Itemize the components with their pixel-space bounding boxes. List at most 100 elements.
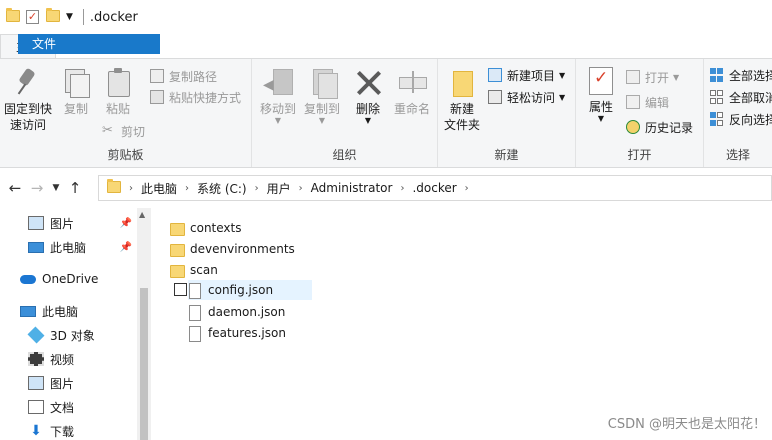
new-folder-quick-icon[interactable] bbox=[46, 8, 60, 24]
breadcrumb-this-pc[interactable]: 此电脑 bbox=[141, 180, 177, 197]
new-item-chevron-icon: ▼ bbox=[559, 70, 566, 80]
copy-to-icon bbox=[307, 67, 338, 99]
invert-selection-button[interactable]: 反向选择 bbox=[710, 109, 772, 129]
move-to-icon bbox=[263, 67, 293, 97]
new-folder-label-1: 新建 bbox=[449, 102, 474, 116]
easy-access-button[interactable]: 轻松访问 ▼ bbox=[488, 87, 565, 107]
properties-button[interactable]: 属性 ▼ bbox=[584, 67, 618, 123]
json-file-icon bbox=[188, 326, 202, 342]
nav-item-documents[interactable]: 文档 bbox=[28, 396, 136, 418]
breadcrumb-separator-icon[interactable]: › bbox=[465, 183, 469, 194]
cut-label: 剪切 bbox=[121, 124, 146, 139]
breadcrumb-separator-icon[interactable]: › bbox=[255, 183, 259, 194]
nav-item-this-pc[interactable]: 此电脑 bbox=[20, 300, 136, 322]
cut-button[interactable]: ✂ 剪切 bbox=[102, 121, 145, 141]
list-item[interactable]: features.json bbox=[188, 323, 330, 343]
breadcrumb-separator-icon[interactable]: › bbox=[299, 183, 303, 194]
scroll-up-icon[interactable]: ▲ bbox=[139, 210, 145, 219]
up-arrow-icon[interactable]: ↑ bbox=[64, 179, 86, 197]
nav-item-downloads[interactable]: ⬇ 下载 bbox=[28, 420, 136, 440]
breadcrumb-separator-icon[interactable]: › bbox=[400, 183, 404, 194]
file-name: devenvironments bbox=[190, 242, 295, 256]
delete-button[interactable]: 删除 ▼ bbox=[350, 67, 386, 125]
organize-group: 移动到 ▼ 复制到 ▼ 删除 ▼ 重命名 组织 bbox=[252, 59, 438, 167]
nav-item-onedrive[interactable]: OneDrive bbox=[20, 268, 136, 290]
list-item[interactable]: config.json bbox=[174, 280, 312, 300]
nav-item-label: 图片 bbox=[50, 216, 75, 231]
history-icon bbox=[626, 120, 640, 134]
edit-button[interactable]: 编辑 bbox=[626, 92, 669, 112]
file-name: contexts bbox=[190, 221, 242, 235]
rename-button[interactable]: 重命名 bbox=[390, 67, 434, 117]
nav-scrollbar[interactable]: ▲ bbox=[137, 208, 151, 440]
list-item[interactable]: daemon.json bbox=[188, 302, 330, 322]
invert-selection-label: 反向选择 bbox=[729, 112, 772, 127]
nav-item-pictures[interactable]: 图片 bbox=[28, 372, 136, 394]
new-folder-button[interactable]: 新建 文件夹 bbox=[442, 67, 482, 133]
history-button[interactable]: 历史记录 bbox=[626, 117, 693, 137]
list-item[interactable]: scan bbox=[170, 260, 312, 280]
paste-shortcut-icon bbox=[150, 90, 164, 104]
move-to-button[interactable]: 移动到 ▼ bbox=[256, 67, 300, 125]
window-title: .docker bbox=[89, 9, 138, 25]
easy-access-icon bbox=[488, 90, 502, 104]
new-item-button[interactable]: 新建项目 ▼ bbox=[488, 65, 565, 85]
nav-item-label: OneDrive bbox=[42, 272, 99, 286]
move-to-label: 移动到 bbox=[259, 102, 296, 116]
move-to-chevron-icon: ▼ bbox=[274, 116, 282, 125]
breadcrumb-docker[interactable]: .docker bbox=[412, 181, 456, 195]
pin-to-quick-access-button[interactable]: 固定到快 速访问 bbox=[2, 67, 54, 133]
easy-access-chevron-icon: ▼ bbox=[559, 92, 566, 102]
list-item[interactable]: contexts bbox=[170, 218, 312, 238]
paste-icon bbox=[103, 67, 133, 97]
nav-item-label: 3D 对象 bbox=[50, 328, 95, 343]
open-button[interactable]: 打开 ▼ bbox=[626, 67, 679, 87]
nav-item-this-pc-pinned[interactable]: 此电脑 📌 bbox=[28, 236, 136, 258]
nav-item-3d-objects[interactable]: 3D 对象 bbox=[27, 324, 136, 346]
forward-arrow-icon[interactable]: → bbox=[26, 179, 48, 197]
breadcrumb-system-c[interactable]: 系统 (C:) bbox=[197, 180, 247, 197]
copy-to-button[interactable]: 复制到 ▼ bbox=[300, 67, 344, 125]
folder-icon bbox=[170, 242, 185, 257]
rename-label: 重命名 bbox=[393, 102, 430, 116]
breadcrumb-separator-icon[interactable]: › bbox=[129, 183, 133, 194]
quick-access-dropdown-icon[interactable]: ▼ bbox=[66, 12, 73, 22]
select-group-label: 选择 bbox=[725, 148, 750, 162]
copy-path-label: 复制路径 bbox=[169, 69, 218, 84]
properties-check-icon[interactable]: ✓ bbox=[26, 10, 40, 24]
open-group: 属性 ▼ 打开 ▼ 编辑 历史记录 打开 bbox=[576, 59, 704, 167]
ribbon: 固定到快 速访问 复制 粘贴 复制路径 粘贴快捷方式 ✂ 剪切 剪贴板 移动到 bbox=[0, 58, 772, 168]
new-group: 新建 文件夹 新建项目 ▼ 轻松访问 ▼ 新建 bbox=[438, 59, 576, 167]
open-icon bbox=[626, 70, 640, 84]
nav-item-videos[interactable]: 视频 bbox=[28, 348, 136, 370]
copy-button[interactable]: 复制 bbox=[58, 67, 94, 117]
nav-item-pictures-pinned[interactable]: 图片 📌 bbox=[28, 212, 136, 234]
video-icon bbox=[28, 352, 44, 366]
nav-item-label: 下载 bbox=[50, 424, 75, 439]
list-item[interactable]: devenvironments bbox=[170, 239, 312, 259]
back-arrow-icon[interactable]: ← bbox=[4, 179, 26, 197]
folder-icon bbox=[170, 221, 185, 236]
recent-locations-chevron-icon[interactable]: ▼ bbox=[48, 183, 64, 193]
select-all-button[interactable]: 全部选择 bbox=[710, 65, 772, 85]
3d-objects-icon bbox=[27, 326, 45, 344]
breadcrumb-administrator[interactable]: Administrator bbox=[311, 181, 393, 195]
pin-label-2: 速访问 bbox=[9, 118, 46, 132]
nav-item-label: 图片 bbox=[50, 376, 75, 391]
breadcrumb-users[interactable]: 用户 bbox=[267, 180, 291, 197]
item-checkbox[interactable] bbox=[174, 283, 187, 296]
breadcrumb-separator-icon[interactable]: › bbox=[185, 183, 189, 194]
select-none-button[interactable]: 全部取消 bbox=[710, 87, 772, 107]
paste-shortcut-label: 粘贴快捷方式 bbox=[169, 90, 242, 105]
paste-button[interactable]: 粘贴 bbox=[100, 67, 136, 117]
scrollbar-thumb[interactable] bbox=[140, 288, 148, 440]
address-row: ← → ▼ ↑ › 此电脑 › 系统 (C:) › 用户 › Administr… bbox=[0, 172, 772, 204]
copy-path-button[interactable]: 复制路径 bbox=[150, 66, 217, 86]
copy-to-label: 复制到 bbox=[303, 102, 340, 116]
pictures-icon bbox=[28, 216, 44, 230]
open-chevron-icon: ▼ bbox=[673, 72, 680, 82]
select-group: 全部选择 全部取消 反向选择 选择 bbox=[704, 59, 772, 167]
tab-file[interactable]: 文件 bbox=[18, 34, 160, 54]
address-bar[interactable]: › 此电脑 › 系统 (C:) › 用户 › Administrator › .… bbox=[98, 175, 772, 201]
paste-shortcut-button[interactable]: 粘贴快捷方式 bbox=[150, 87, 241, 107]
